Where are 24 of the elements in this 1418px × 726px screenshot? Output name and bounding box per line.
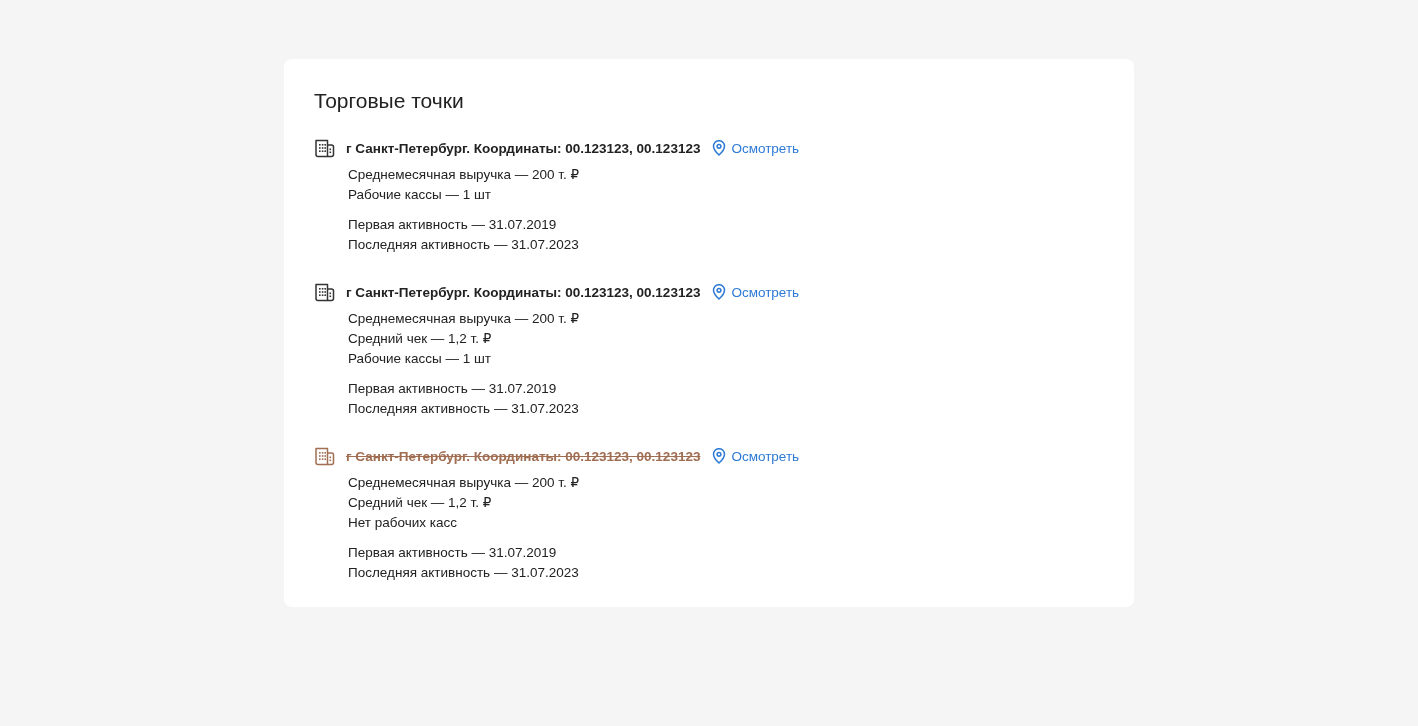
stat-text: Рабочие кассы — 1 шт: [348, 350, 493, 368]
store-address: г Санкт-Петербург. Координаты: 00.123123, 00.123123: [346, 448, 701, 464]
stat-text: Рабочие кассы — 1 шт: [348, 186, 493, 204]
view-link[interactable]: Осмотреть: [712, 448, 800, 464]
stat-text: Нет рабочих касс: [348, 514, 458, 532]
stat-text: Среднемесячная выручка — 200 т. ₽: [348, 474, 580, 492]
store-address: г Санкт-Петербург. Координаты: 00.123123, 00.123123: [346, 284, 701, 300]
view-link[interactable]: Осмотреть: [712, 284, 800, 300]
location-pin-icon: [712, 140, 727, 156]
stat-text: Среднемесячная выручка — 200 т. ₽: [348, 166, 580, 184]
activity-date: Последняя активность — 31.07.2023: [348, 564, 580, 582]
activity-date: Последняя активность — 31.07.2023: [348, 400, 580, 418]
section-title: Торговые точки: [314, 88, 465, 114]
view-link[interactable]: Осмотреть: [712, 140, 800, 156]
store-address: г Санкт-Петербург. Координаты: 00.123123, 00.123123: [346, 140, 701, 156]
activity-date: Последняя активность — 31.07.2023: [348, 236, 580, 254]
activity-date: Первая активность — 31.07.2019: [348, 380, 558, 398]
stat-text: Среднемесячная выручка — 200 т. ₽: [348, 310, 580, 328]
location-pin-icon: [712, 284, 727, 300]
location-pin-icon: [712, 448, 727, 464]
stat-text: Средний чек — 1,2 т. ₽: [348, 330, 493, 348]
stat-text: Средний чек — 1,2 т. ₽: [348, 494, 493, 512]
activity-date: Первая активность — 31.07.2019: [348, 544, 558, 562]
activity-date: Первая активность — 31.07.2019: [348, 216, 558, 234]
